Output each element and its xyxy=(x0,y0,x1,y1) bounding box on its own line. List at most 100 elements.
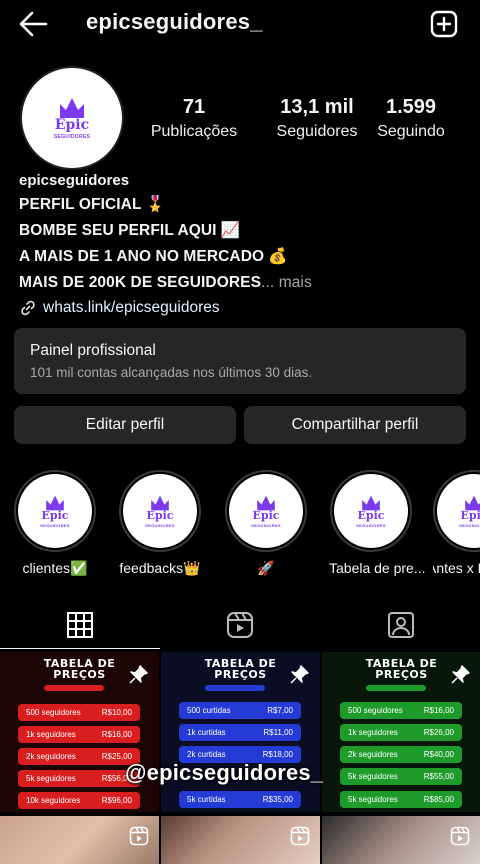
highlight-logo: Epic SEGUIDORES xyxy=(437,474,480,548)
logo-tagline: SEGUIDORES xyxy=(459,523,480,528)
grid-icon[interactable] xyxy=(65,610,95,640)
reel-icon xyxy=(290,826,310,846)
price-value: R$96,00 xyxy=(101,796,132,805)
price-value: R$11,00 xyxy=(263,728,293,737)
post-subtitle-bar xyxy=(366,685,426,691)
professional-dashboard-card[interactable]: Painel profissional 101 mil contas alcan… xyxy=(14,328,466,394)
bio-line-text: A MAIS DE 1 ANO NO MERCADO xyxy=(19,248,265,265)
price-item: 2k seguidores xyxy=(26,752,76,761)
watermark-handle: @epicseguidores_ xyxy=(125,760,324,785)
highlight-item[interactable]: Epic SEGUIDORES 🚀 xyxy=(224,470,308,577)
price-item: 1k seguidores xyxy=(348,728,398,737)
price-row: 1k seguidores R$16,00 xyxy=(18,726,140,743)
logo-tagline: SEGUIDORES xyxy=(251,523,281,528)
price-value: R$26,00 xyxy=(423,728,454,737)
logo-text: Epic xyxy=(41,509,69,522)
back-arrow-icon[interactable] xyxy=(18,10,48,38)
price-value: R$40,00 xyxy=(423,750,454,759)
price-row: 1k seguidores R$26,00 xyxy=(340,724,462,741)
price-item: 500 seguidores xyxy=(26,708,81,717)
grid-post[interactable]: TABELA DE PREÇOS 500 curtidas R$7,00 1k cu… xyxy=(161,652,320,812)
post-subtitle-bar xyxy=(44,685,104,691)
story-highlights: Epic SEGUIDORES clientes✅ Epic SEGUIDORE… xyxy=(0,470,480,590)
post-title-line: PREÇOS xyxy=(214,668,267,681)
highlight-item[interactable]: Epic SEGUIDORES clientes✅ xyxy=(13,470,97,577)
stat-following[interactable]: 1.599 Seguindo xyxy=(372,96,450,141)
price-item: 500 curtidas xyxy=(187,706,231,715)
price-value: R$10,00 xyxy=(101,708,132,717)
pin-icon xyxy=(129,665,148,684)
bio-line-text: PERFIL OFICIAL xyxy=(19,196,142,213)
brand-logo: Epic SEGUIDORES xyxy=(54,96,90,140)
grid-post[interactable] xyxy=(322,816,480,864)
price-row: 5k seguidores R$55,00 xyxy=(340,768,462,785)
price-item: 5k seguidores xyxy=(348,795,398,804)
price-value: R$18,00 xyxy=(262,750,293,759)
reels-icon[interactable] xyxy=(225,610,255,640)
money-bag-emoji: 💰 xyxy=(268,248,288,265)
logo-text: Epic xyxy=(252,509,280,522)
dashboard-subtitle: 101 mil contas alcançadas nos últimos 30… xyxy=(30,365,313,380)
create-plus-icon[interactable] xyxy=(430,10,458,38)
price-row: 500 seguidores R$10,00 xyxy=(18,704,140,721)
highlight-item[interactable]: Epic SEGUIDORES Tabela de pre... xyxy=(329,470,426,576)
logo-tagline: SEGUIDORES xyxy=(40,523,70,528)
bio-link-text: whats.link/epicseguidores xyxy=(43,299,220,316)
price-row: 5k seguidores R$56,00 xyxy=(18,770,140,787)
price-row: 2k seguidores R$40,00 xyxy=(340,746,462,763)
price-value: R$7,00 xyxy=(267,706,293,715)
price-row: 5k seguidores R$85,00 xyxy=(340,791,462,808)
reel-icon xyxy=(450,826,470,846)
grid-post[interactable] xyxy=(161,816,320,864)
highlight-logo: Epic SEGUIDORES xyxy=(334,474,408,548)
price-item: 5k seguidores xyxy=(26,774,76,783)
bio-line-text: MAIS DE 200K DE SEGUIDORES xyxy=(19,274,262,291)
price-row: 2k seguidores R$25,00 xyxy=(18,748,140,765)
bio-more-link[interactable]: ... mais xyxy=(261,274,312,291)
logo-tagline: SEGUIDORES xyxy=(356,523,386,528)
reel-icon xyxy=(129,826,149,846)
price-row: 5k curtidas R$35,00 xyxy=(179,791,301,808)
highlight-cover: Epic SEGUIDORES xyxy=(119,470,201,552)
logo-tagline: SEGUIDORES xyxy=(53,134,91,140)
stat-posts[interactable]: 71 Publicações xyxy=(148,96,240,141)
price-row: 10k seguidores R$96,00 xyxy=(18,792,140,809)
price-row: 1k curtidas R$11,00 xyxy=(179,724,301,741)
share-profile-button[interactable]: Compartilhar perfil xyxy=(244,406,466,444)
highlight-item[interactable]: Epic SEGUIDORES Antes x D xyxy=(433,470,480,576)
chart-emoji: 📈 xyxy=(220,222,240,239)
price-row: 500 seguidores R$16,00 xyxy=(340,702,462,719)
stat-followers[interactable]: 13,1 mil Seguidores xyxy=(258,96,376,141)
profile-avatar[interactable]: Epic SEGUIDORES xyxy=(20,66,124,170)
post-title-line: PREÇOS xyxy=(375,668,428,681)
dashboard-title: Painel profissional xyxy=(30,342,156,359)
posts-label: Publicações xyxy=(150,123,238,140)
highlight-item[interactable]: Epic SEGUIDORES feedbacks👑 xyxy=(118,470,202,577)
following-count: 1.599 xyxy=(385,96,437,118)
grid-post[interactable] xyxy=(0,816,159,864)
logo-text: Epic xyxy=(54,117,90,133)
followers-count: 13,1 mil xyxy=(280,96,354,118)
grid-post[interactable]: TABELA DE PREÇOS 500 seguidores R$16,00 1k… xyxy=(322,652,480,812)
tagged-icon[interactable] xyxy=(386,610,416,640)
grid-post[interactable]: TABELA DE PREÇOS 500 seguidores R$10,00 1k… xyxy=(0,652,159,812)
price-item: 1k seguidores xyxy=(26,730,76,739)
highlight-label: Antes x D xyxy=(433,560,480,576)
highlight-logo: Epic SEGUIDORES xyxy=(229,474,303,548)
profile-tabs xyxy=(0,600,480,650)
post-subtitle-bar xyxy=(205,685,265,691)
top-bar: epicseguidores_ xyxy=(0,0,480,48)
price-item: 5k curtidas xyxy=(187,795,226,804)
price-item: 2k seguidores xyxy=(348,750,398,759)
logo-text: Epic xyxy=(146,509,174,522)
logo-text: Epic xyxy=(357,509,385,522)
bio-line: A MAIS DE 1 ANO NO MERCADO 💰 xyxy=(19,244,469,270)
pin-icon xyxy=(290,665,309,684)
bio-link[interactable]: whats.link/epicseguidores xyxy=(19,296,469,320)
edit-profile-button[interactable]: Editar perfil xyxy=(14,406,236,444)
bio-line: PERFIL OFICIAL 🎖️ xyxy=(19,192,469,218)
followers-label: Seguidores xyxy=(276,123,358,140)
bio-line-text: BOMBE SEU PERFIL AQUI xyxy=(19,222,217,239)
brand-logo: Epic SEGUIDORES xyxy=(459,494,480,528)
brand-logo: Epic SEGUIDORES xyxy=(356,494,386,528)
